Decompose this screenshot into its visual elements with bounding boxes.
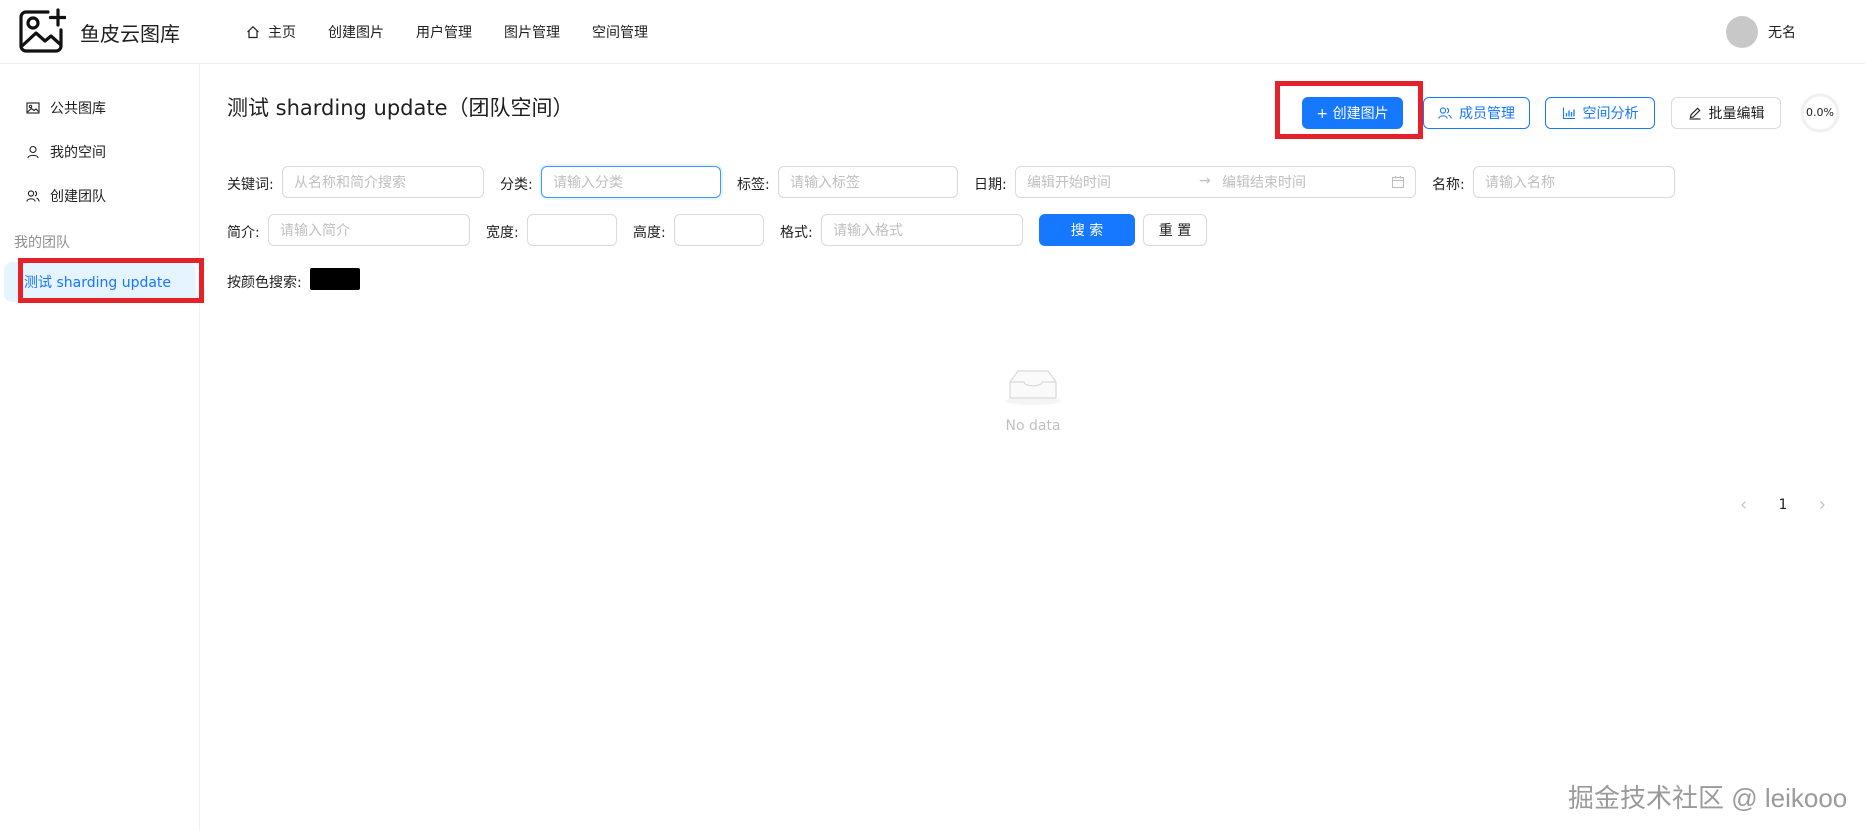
date-range-picker[interactable]: → xyxy=(1015,166,1416,198)
nav-item-space-management[interactable]: 空间管理 xyxy=(576,0,664,64)
intro-input[interactable] xyxy=(268,214,470,246)
sidebar-item-public-gallery[interactable]: 公共图库 xyxy=(6,88,194,128)
sidebar-item-label: 创建团队 xyxy=(50,189,106,205)
height-input[interactable] xyxy=(674,214,764,246)
keyword-input[interactable] xyxy=(282,166,484,198)
nav-item-create-picture[interactable]: 创建图片 xyxy=(312,0,400,64)
highlight-box-create xyxy=(1275,81,1423,139)
date-start-input[interactable] xyxy=(1027,167,1192,197)
nav-item-label: 用户管理 xyxy=(416,25,472,41)
member-management-button[interactable]: 成员管理 xyxy=(1423,97,1530,129)
batch-edit-label: 批量编辑 xyxy=(1708,106,1765,122)
bar-chart-icon xyxy=(1562,107,1575,120)
batch-edit-button[interactable]: 批量编辑 xyxy=(1671,97,1781,129)
team-icon xyxy=(26,190,40,202)
sidebar-group-my-teams: 我的团队 xyxy=(14,235,70,251)
nav-item-label: 空间管理 xyxy=(592,25,648,41)
chevron-right-icon xyxy=(1820,501,1825,509)
category-input[interactable] xyxy=(541,166,721,198)
sidebar: 公共图库 我的空间 创建团队 我的团队 测试 sharding update xyxy=(0,64,200,831)
color-picker[interactable] xyxy=(310,268,360,290)
chevron-left-icon xyxy=(1741,501,1746,509)
sidebar-item-label: 我的空间 xyxy=(50,145,106,161)
keyword-label: 关键词: xyxy=(227,177,274,193)
user-name: 无名 xyxy=(1768,25,1796,41)
empty-inbox-icon xyxy=(1005,370,1061,405)
date-end-input[interactable] xyxy=(1222,167,1382,197)
nav-item-picture-management[interactable]: 图片管理 xyxy=(488,0,576,64)
intro-label: 简介: xyxy=(227,225,260,241)
page-title: 测试 sharding update（团队空间） xyxy=(227,96,574,120)
avatar[interactable] xyxy=(1726,16,1758,48)
height-label: 高度: xyxy=(633,225,666,241)
width-label: 宽度: xyxy=(486,225,519,241)
category-label: 分类: xyxy=(500,177,533,193)
search-button[interactable]: 搜 索 xyxy=(1039,214,1135,246)
reset-button[interactable]: 重 置 xyxy=(1143,214,1207,246)
empty-text: No data xyxy=(1005,418,1061,434)
app-logo-icon[interactable] xyxy=(18,8,66,54)
top-header: 鱼皮云图库 主页 创建图片 用户管理 图片管理 空间管理 无名 xyxy=(0,0,1865,64)
home-icon xyxy=(247,25,259,39)
date-label: 日期: xyxy=(974,177,1007,193)
sidebar-item-label: 公共图库 xyxy=(50,101,106,117)
team-icon xyxy=(1438,107,1452,119)
tag-input[interactable] xyxy=(778,166,958,198)
pagination-page-1[interactable]: 1 xyxy=(1767,489,1799,521)
arrow-right-icon: → xyxy=(1199,173,1211,189)
sidebar-item-my-space[interactable]: 我的空间 xyxy=(6,132,194,172)
space-analysis-button[interactable]: 空间分析 xyxy=(1545,97,1655,129)
nav-item-home[interactable]: 主页 xyxy=(230,0,312,64)
name-label: 名称: xyxy=(1432,177,1465,193)
nav-item-label: 主页 xyxy=(268,25,296,41)
user-icon xyxy=(27,145,39,159)
tag-label: 标签: xyxy=(737,177,770,193)
color-search-label: 按颜色搜索: xyxy=(227,275,302,291)
highlight-box-team xyxy=(18,258,204,303)
format-input[interactable] xyxy=(821,214,1023,246)
top-nav: 主页 创建图片 用户管理 图片管理 空间管理 xyxy=(230,0,664,64)
nav-item-label: 创建图片 xyxy=(328,25,384,41)
space-usage-percent: 0.0% xyxy=(1806,106,1834,119)
format-label: 格式: xyxy=(780,225,813,241)
picture-icon xyxy=(26,102,40,114)
app-title: 鱼皮云图库 xyxy=(80,22,180,46)
width-input[interactable] xyxy=(527,214,617,246)
nav-item-user-management[interactable]: 用户管理 xyxy=(400,0,488,64)
edit-icon xyxy=(1689,107,1700,120)
user-menu[interactable]: 无名 xyxy=(1726,16,1796,48)
space-analysis-label: 空间分析 xyxy=(1582,106,1639,122)
pagination-next-button[interactable] xyxy=(1806,489,1838,521)
name-input[interactable] xyxy=(1473,166,1675,198)
nav-item-label: 图片管理 xyxy=(504,25,560,41)
watermark: 掘金技术社区 @ leikooo xyxy=(1568,783,1848,813)
sidebar-item-create-team[interactable]: 创建团队 xyxy=(6,176,194,216)
calendar-icon[interactable] xyxy=(1391,175,1405,189)
member-management-label: 成员管理 xyxy=(1459,106,1515,122)
pagination-prev-button[interactable] xyxy=(1728,489,1760,521)
